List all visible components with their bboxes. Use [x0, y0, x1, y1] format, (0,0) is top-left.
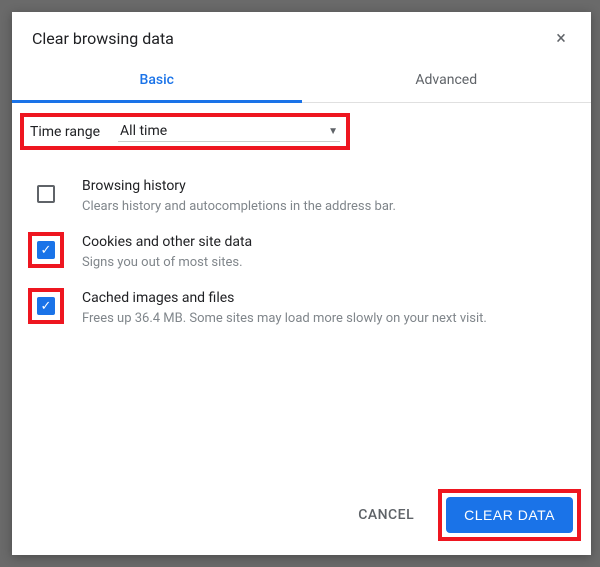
- option-cached: ✓ Cached images and files Frees up 36.4 …: [20, 280, 583, 336]
- option-title: Browsing history: [82, 178, 575, 194]
- checkmark-icon: ✓: [41, 244, 52, 257]
- option-desc: Frees up 36.4 MB. Some sites may load mo…: [82, 310, 575, 328]
- close-icon[interactable]: ×: [551, 28, 571, 48]
- option-desc: Clears history and autocompletions in th…: [82, 198, 575, 216]
- chevron-down-icon: ▼: [328, 126, 338, 137]
- dialog-title: Clear browsing data: [32, 29, 174, 48]
- time-range-value: All time: [120, 123, 167, 139]
- dialog-footer: CANCEL CLEAR DATA: [12, 475, 591, 555]
- option-text: Cached images and files Frees up 36.4 MB…: [82, 288, 575, 328]
- checkbox-cached[interactable]: ✓: [37, 297, 55, 315]
- option-desc: Signs you out of most sites.: [82, 254, 575, 272]
- option-text: Browsing history Clears history and auto…: [82, 176, 575, 216]
- tab-advanced[interactable]: Advanced: [302, 58, 592, 102]
- dialog-header: Clear browsing data ×: [12, 12, 591, 58]
- checkbox-wrap-cookies: ✓: [28, 232, 64, 268]
- option-browsing-history: Browsing history Clears history and auto…: [20, 168, 583, 224]
- dialog-content: Time range All time ▼ Browsing history C…: [12, 103, 591, 475]
- tab-basic[interactable]: Basic: [12, 58, 302, 102]
- time-range-row: Time range All time ▼: [20, 113, 350, 150]
- option-cookies: ✓ Cookies and other site data Signs you …: [20, 224, 583, 280]
- checkbox-wrap-browsing-history: [28, 176, 64, 212]
- checkbox-wrap-cached: ✓: [28, 288, 64, 324]
- time-range-select[interactable]: All time ▼: [118, 121, 340, 142]
- option-title: Cached images and files: [82, 290, 575, 306]
- clear-data-button[interactable]: CLEAR DATA: [446, 497, 573, 533]
- tab-basic-label: Basic: [140, 72, 174, 88]
- option-text: Cookies and other site data Signs you ou…: [82, 232, 575, 272]
- checkbox-cookies[interactable]: ✓: [37, 241, 55, 259]
- option-title: Cookies and other site data: [82, 234, 575, 250]
- cancel-button[interactable]: CANCEL: [344, 499, 428, 531]
- checkbox-browsing-history[interactable]: [37, 185, 55, 203]
- tabs: Basic Advanced: [12, 58, 591, 103]
- clear-data-button-highlight: CLEAR DATA: [438, 489, 581, 541]
- tab-advanced-label: Advanced: [415, 72, 477, 88]
- time-range-label: Time range: [30, 124, 100, 140]
- clear-browsing-data-dialog: Clear browsing data × Basic Advanced Tim…: [12, 12, 591, 555]
- checkmark-icon: ✓: [41, 300, 52, 313]
